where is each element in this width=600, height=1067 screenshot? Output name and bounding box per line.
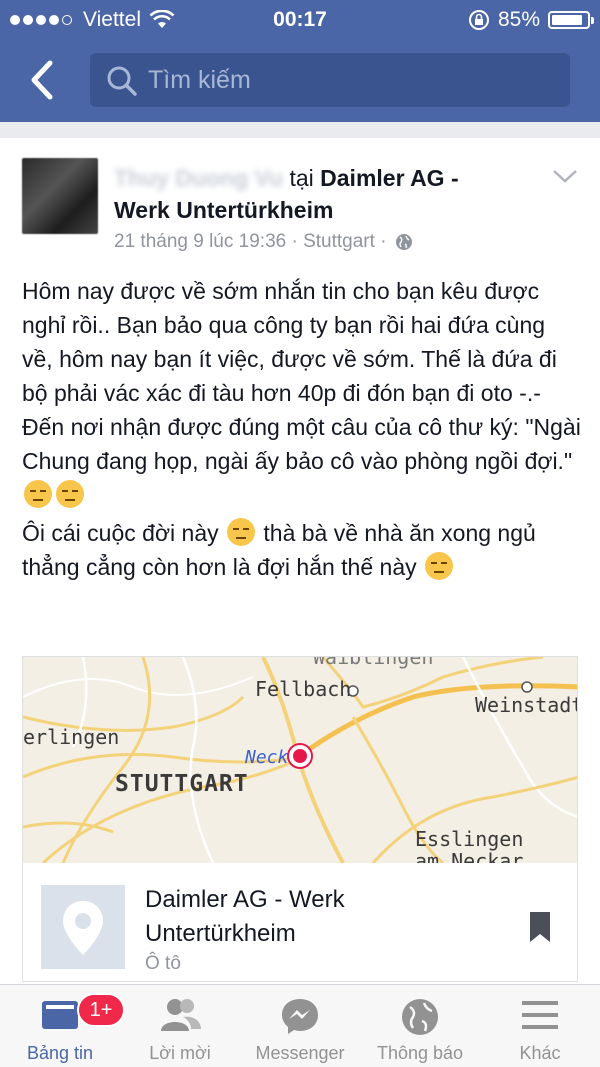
search-icon <box>107 66 137 96</box>
tab-label: Thông báo <box>376 1043 464 1063</box>
separator: · <box>380 231 387 252</box>
tab-label: Lời mời <box>149 1043 211 1063</box>
tab-notifications[interactable]: Thông báo <box>360 985 480 1067</box>
place-name[interactable]: Daimler AG - Werk Untertürkheim <box>145 883 475 951</box>
battery-percent: 85% <box>497 8 540 31</box>
menu-icon <box>522 1001 558 1029</box>
friend-requests-icon <box>161 999 201 1031</box>
news-feed-icon <box>42 1001 78 1029</box>
separator: · <box>291 231 298 252</box>
author-name[interactable]: Thuy Duong Vu <box>114 165 283 191</box>
post-meta: 21 tháng 9 lúc 19:36 · Stuttgart · <box>114 231 413 253</box>
place-info[interactable]: Daimler AG - Werk Untertürkheim Ô tô <box>23 863 577 981</box>
status-bar: Viettel 00:17 85% <box>0 0 600 40</box>
post-city[interactable]: Stuttgart <box>303 231 375 253</box>
place-category: Ô tô <box>145 953 181 974</box>
post-text: Hôm nay được về sớm nhắn tin cho bạn kêu… <box>22 274 582 584</box>
globe-icon <box>402 999 438 1035</box>
notification-badge: 1+ <box>77 993 125 1027</box>
author-avatar[interactable] <box>22 158 98 234</box>
tab-bar: 1+ Bảng tin Lời mời Messenger Thông báo <box>0 984 600 1067</box>
map-label: erlingen <box>23 725 120 749</box>
post-paragraph: Đến nơi nhận được đúng một câu của cô th… <box>22 410 582 512</box>
chevron-left-icon <box>31 60 53 100</box>
unamused-emoji-icon <box>24 480 52 508</box>
place-attachment[interactable]: Waiblingen Fellbach Weinstadt erlingen N… <box>22 656 578 982</box>
tab-news-feed[interactable]: 1+ Bảng tin <box>0 985 125 1067</box>
post-paragraph: Ôi cái cuộc đời này thà bà về nhà ăn xon… <box>22 518 536 580</box>
map-label: STUTTGART <box>115 771 249 797</box>
location-pin-icon <box>289 745 311 767</box>
map-preview[interactable]: Waiblingen Fellbach Weinstadt erlingen N… <box>23 656 578 873</box>
tab-label: Messenger <box>255 1043 345 1063</box>
unamused-emoji-icon <box>56 480 84 508</box>
post-date[interactable]: 21 tháng 9 lúc 19:36 <box>114 231 286 253</box>
save-place-button[interactable] <box>529 911 551 948</box>
tab-messenger[interactable]: Messenger <box>240 985 360 1067</box>
tab-friend-requests[interactable]: Lời mời <box>120 985 240 1067</box>
post-paragraph: Hôm nay được về sớm nhắn tin cho bạn kêu… <box>22 278 557 406</box>
battery-icon <box>548 11 594 29</box>
chevron-down-icon <box>553 170 577 183</box>
rotation-lock-icon <box>468 10 489 30</box>
tab-label: Khác <box>519 1043 561 1063</box>
search-input[interactable] <box>148 53 548 107</box>
map-label: Waiblingen <box>313 656 434 669</box>
post-header: Thuy Duong Vu tại Daimler AG - Werk Unter… <box>114 162 534 226</box>
header: Viettel 00:17 85% <box>0 0 600 122</box>
tab-label: Bảng tin <box>26 1043 94 1063</box>
crying-emoji-icon <box>425 552 454 580</box>
back-button[interactable] <box>24 60 60 100</box>
weary-emoji-icon <box>227 518 256 546</box>
tab-more[interactable]: Khác <box>480 985 600 1067</box>
bookmark-icon <box>530 912 550 942</box>
globe-icon <box>395 234 412 250</box>
post-options-button[interactable] <box>552 168 578 189</box>
map-marker-icon <box>63 901 103 955</box>
post-card: Thuy Duong Vu tại Daimler AG - Werk Unter… <box>0 138 600 984</box>
messenger-icon <box>282 999 318 1034</box>
at-text: tại <box>289 165 314 191</box>
map-label: Weinstadt <box>475 693 578 717</box>
map-label: Neck <box>245 747 289 768</box>
place-thumbnail <box>41 885 125 969</box>
map-label: Esslingen <box>415 827 524 851</box>
search-bar[interactable] <box>90 53 570 107</box>
map-label: Fellbach <box>255 677 352 701</box>
